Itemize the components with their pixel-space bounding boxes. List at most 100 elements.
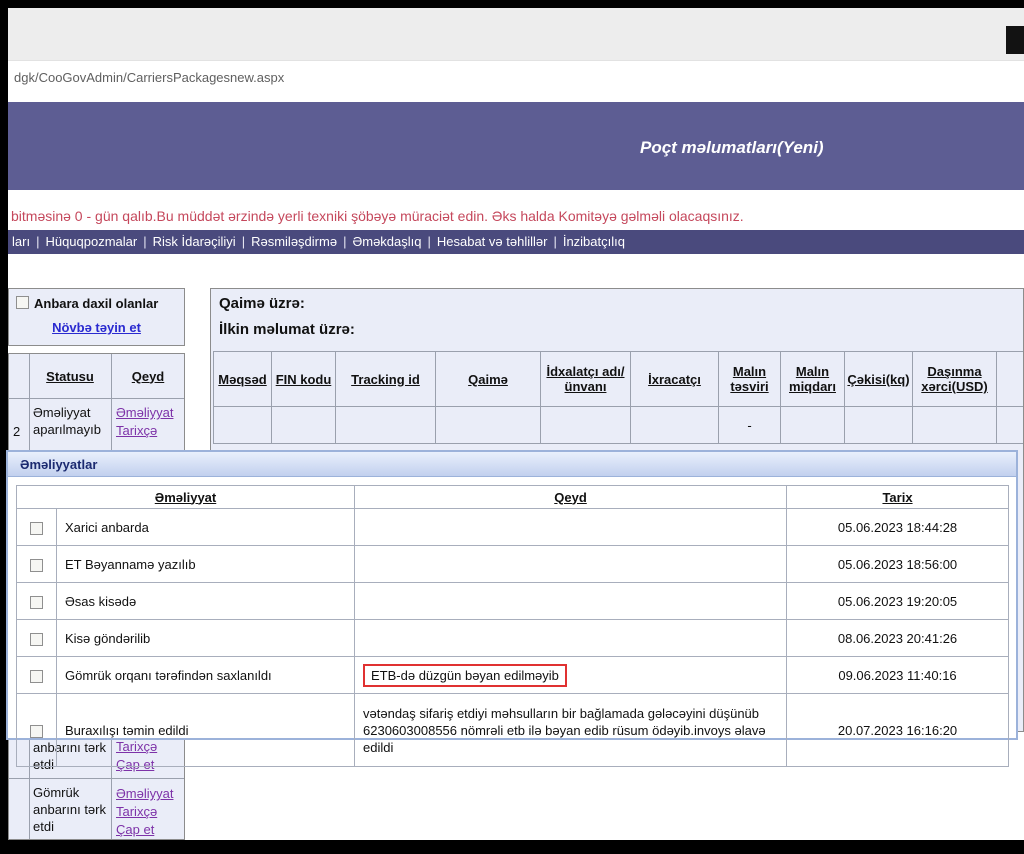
section-heading-ilkin: İlkin məlumat üzrə:	[219, 321, 355, 338]
nav-item-inzibatçılıq[interactable]: İnzibatçılıq	[563, 234, 625, 249]
grid-line	[9, 398, 184, 399]
row-checkbox[interactable]	[30, 633, 43, 646]
section-heading-qaime: Qaimə üzrə:	[219, 295, 305, 312]
checkbox-cell	[17, 509, 57, 546]
operation-row: ET Bəyannamə yazılıb 05.06.2023 18:56:00	[17, 546, 1009, 583]
operations-table: Əməliyyat Qeyd Tarix Xarici anbarda 05.0…	[16, 485, 1009, 767]
column-header-məqsəd[interactable]: Məqsəd	[214, 352, 272, 407]
operations-modal: Əməliyyatlar Əməliyyat Qeyd Tarix Xarici…	[6, 450, 1018, 740]
cell-məqsəd	[214, 407, 272, 444]
operation-row: Buraxılışı təmin edildi vətəndaş sifariş…	[17, 694, 1009, 767]
column-header-çəkisi[interactable]: Çəkisi(kq)	[845, 352, 913, 407]
checkbox-cell	[17, 694, 57, 767]
column-header-qaimə[interactable]: Qaimə	[436, 352, 541, 407]
cell-tracking-id	[336, 407, 436, 444]
status-cell: Əməliyyat aparılmayıb	[33, 404, 111, 438]
operation-row: Xarici anbarda 05.06.2023 18:44:28	[17, 509, 1009, 546]
cell-daşınma-xərci	[913, 407, 997, 444]
column-header-label: Qeyd	[554, 490, 587, 505]
nav-item-risk-idarəçiliyi[interactable]: Risk İdarəçiliyi	[153, 234, 236, 249]
queue-assign-link-wrap: Növbə təyin et	[9, 319, 184, 337]
nav-item-rəsmiləşdirmə[interactable]: Rəsmiləşdirmə	[251, 234, 337, 249]
checkbox-cell	[17, 620, 57, 657]
checkbox-cell	[17, 657, 57, 694]
url-text[interactable]: dgk/CooGovAdmin/CarriersPackagesnew.aspx	[14, 61, 284, 94]
column-header-daşınma-xərci[interactable]: Daşınma xərci(USD)	[913, 352, 997, 407]
column-header-operation[interactable]: Əməliyyat	[17, 486, 355, 509]
history-link[interactable]: Tarixçə	[116, 422, 173, 440]
row-checkbox[interactable]	[30, 559, 43, 572]
cell-ixracatçı	[631, 407, 719, 444]
note-cell	[355, 546, 787, 583]
nav-separator: |	[143, 234, 146, 249]
operation-row: Kisə göndərilib 08.06.2023 20:41:26	[17, 620, 1009, 657]
note-cell	[355, 583, 787, 620]
main-nav: ları | Hüquqpozmalar | Risk İdarəçiliyi | Rəsm…	[8, 230, 1024, 254]
modal-title: Əməliyyatlar	[20, 452, 97, 477]
operation-cell: Xarici anbarda	[57, 509, 355, 546]
package-table-header-row: Məqsəd FIN kodu Tracking id Qaimə İdxala…	[214, 352, 1024, 407]
print-link[interactable]: Çap et	[116, 821, 173, 839]
date-cell: 05.06.2023 18:56:00	[787, 546, 1009, 583]
warehouse-filter-checkbox[interactable]	[16, 296, 29, 309]
nav-item-əməkdaşlıq[interactable]: Əməkdaşlıq	[352, 234, 421, 249]
column-header-label: Çəkisi(kq)	[847, 372, 909, 387]
operation-link[interactable]: Əməliyyat	[116, 785, 173, 803]
package-table: Məqsəd FIN kodu Tracking id Qaimə İdxala…	[213, 351, 1024, 444]
operation-cell: Gömrük orqanı tərəfindən saxlanıldı	[57, 657, 355, 694]
column-header-idxalatçı[interactable]: İdxalatçı adı/ ünvanı	[541, 352, 631, 407]
highlighted-note: ETB-də düzgün bəyan edilməyib	[363, 664, 567, 687]
date-cell: 05.06.2023 18:44:28	[787, 509, 1009, 546]
column-header-malın-təsviri[interactable]: Malın təsviri	[719, 352, 781, 407]
column-header-cut	[997, 352, 1024, 407]
operation-cell: ET Bəyannamə yazılıb	[57, 546, 355, 583]
warehouse-filter-label: Anbara daxil olanlar	[34, 296, 158, 311]
cell-malın-miqdarı	[781, 407, 845, 444]
status-cell: Gömrük anbarını tərk etdi	[33, 784, 111, 835]
column-header-ixracatçı[interactable]: İxracatçı	[631, 352, 719, 407]
cell-fin-kodu	[272, 407, 336, 444]
nav-separator: |	[36, 234, 39, 249]
history-link[interactable]: Tarixçə	[116, 803, 173, 821]
modal-title-bar[interactable]: Əməliyyatlar	[8, 452, 1016, 477]
nav-item-bəyannamələr[interactable]: ları	[12, 234, 30, 249]
column-header-fin-kodu[interactable]: FIN kodu	[272, 352, 336, 407]
column-header-label: Malın təsviri	[730, 364, 768, 394]
column-header-tracking-id[interactable]: Tracking id	[336, 352, 436, 407]
note-cell	[355, 509, 787, 546]
titlebar-fragment	[1006, 26, 1024, 54]
row-checkbox[interactable]	[30, 725, 43, 738]
package-table-data-row: -	[214, 407, 1024, 444]
url-bar[interactable]: dgk/CooGovAdmin/CarriersPackagesnew.aspx	[8, 60, 1024, 94]
cell-qaimə	[436, 407, 541, 444]
queue-assign-link[interactable]: Növbə təyin et	[52, 320, 141, 335]
cell-idxalatçı	[541, 407, 631, 444]
warehouse-filter-box: Anbara daxil olanlar Növbə təyin et	[8, 288, 185, 346]
column-header-status[interactable]: Statusu	[29, 354, 111, 398]
checkbox-cell	[17, 546, 57, 583]
column-header-malın-miqdarı[interactable]: Malın miqdarı	[781, 352, 845, 407]
operation-row-highlighted: Gömrük orqanı tərəfindən saxlanıldı ETB-…	[17, 657, 1009, 694]
column-header-label: Daşınma xərci(USD)	[921, 364, 987, 394]
browser-chrome: dgk/CooGovAdmin/CarriersPackagesnew.aspx	[8, 8, 1024, 94]
row-checkbox[interactable]	[30, 596, 43, 609]
checkbox-cell	[17, 583, 57, 620]
nav-item-hüquqpozmalar[interactable]: Hüquqpozmalar	[45, 234, 137, 249]
nav-item-hesabat[interactable]: Hesabat və təhlillər	[437, 234, 548, 249]
column-header-date[interactable]: Tarix	[787, 486, 1009, 509]
operation-link[interactable]: Əməliyyat	[116, 404, 173, 422]
column-header-note[interactable]: Qeyd	[111, 354, 185, 398]
note-cell: ETB-də düzgün bəyan edilməyib	[355, 657, 787, 694]
cell-çəkisi	[845, 407, 913, 444]
column-header-label: Məqsəd	[218, 372, 266, 387]
column-header-note-label: Qeyd	[132, 369, 165, 384]
nav-separator: |	[242, 234, 245, 249]
operation-row: Əsas kisədə 05.06.2023 19:20:05	[17, 583, 1009, 620]
column-header-note[interactable]: Qeyd	[355, 486, 787, 509]
row-checkbox[interactable]	[30, 522, 43, 535]
column-header-label: İdxalatçı adı/ ünvanı	[546, 364, 624, 394]
column-header-label: Tracking id	[351, 372, 420, 387]
note-cell: vətəndaş sifariş etdiyi məhsulların bir …	[355, 694, 787, 767]
row-checkbox[interactable]	[30, 670, 43, 683]
note-cell	[355, 620, 787, 657]
